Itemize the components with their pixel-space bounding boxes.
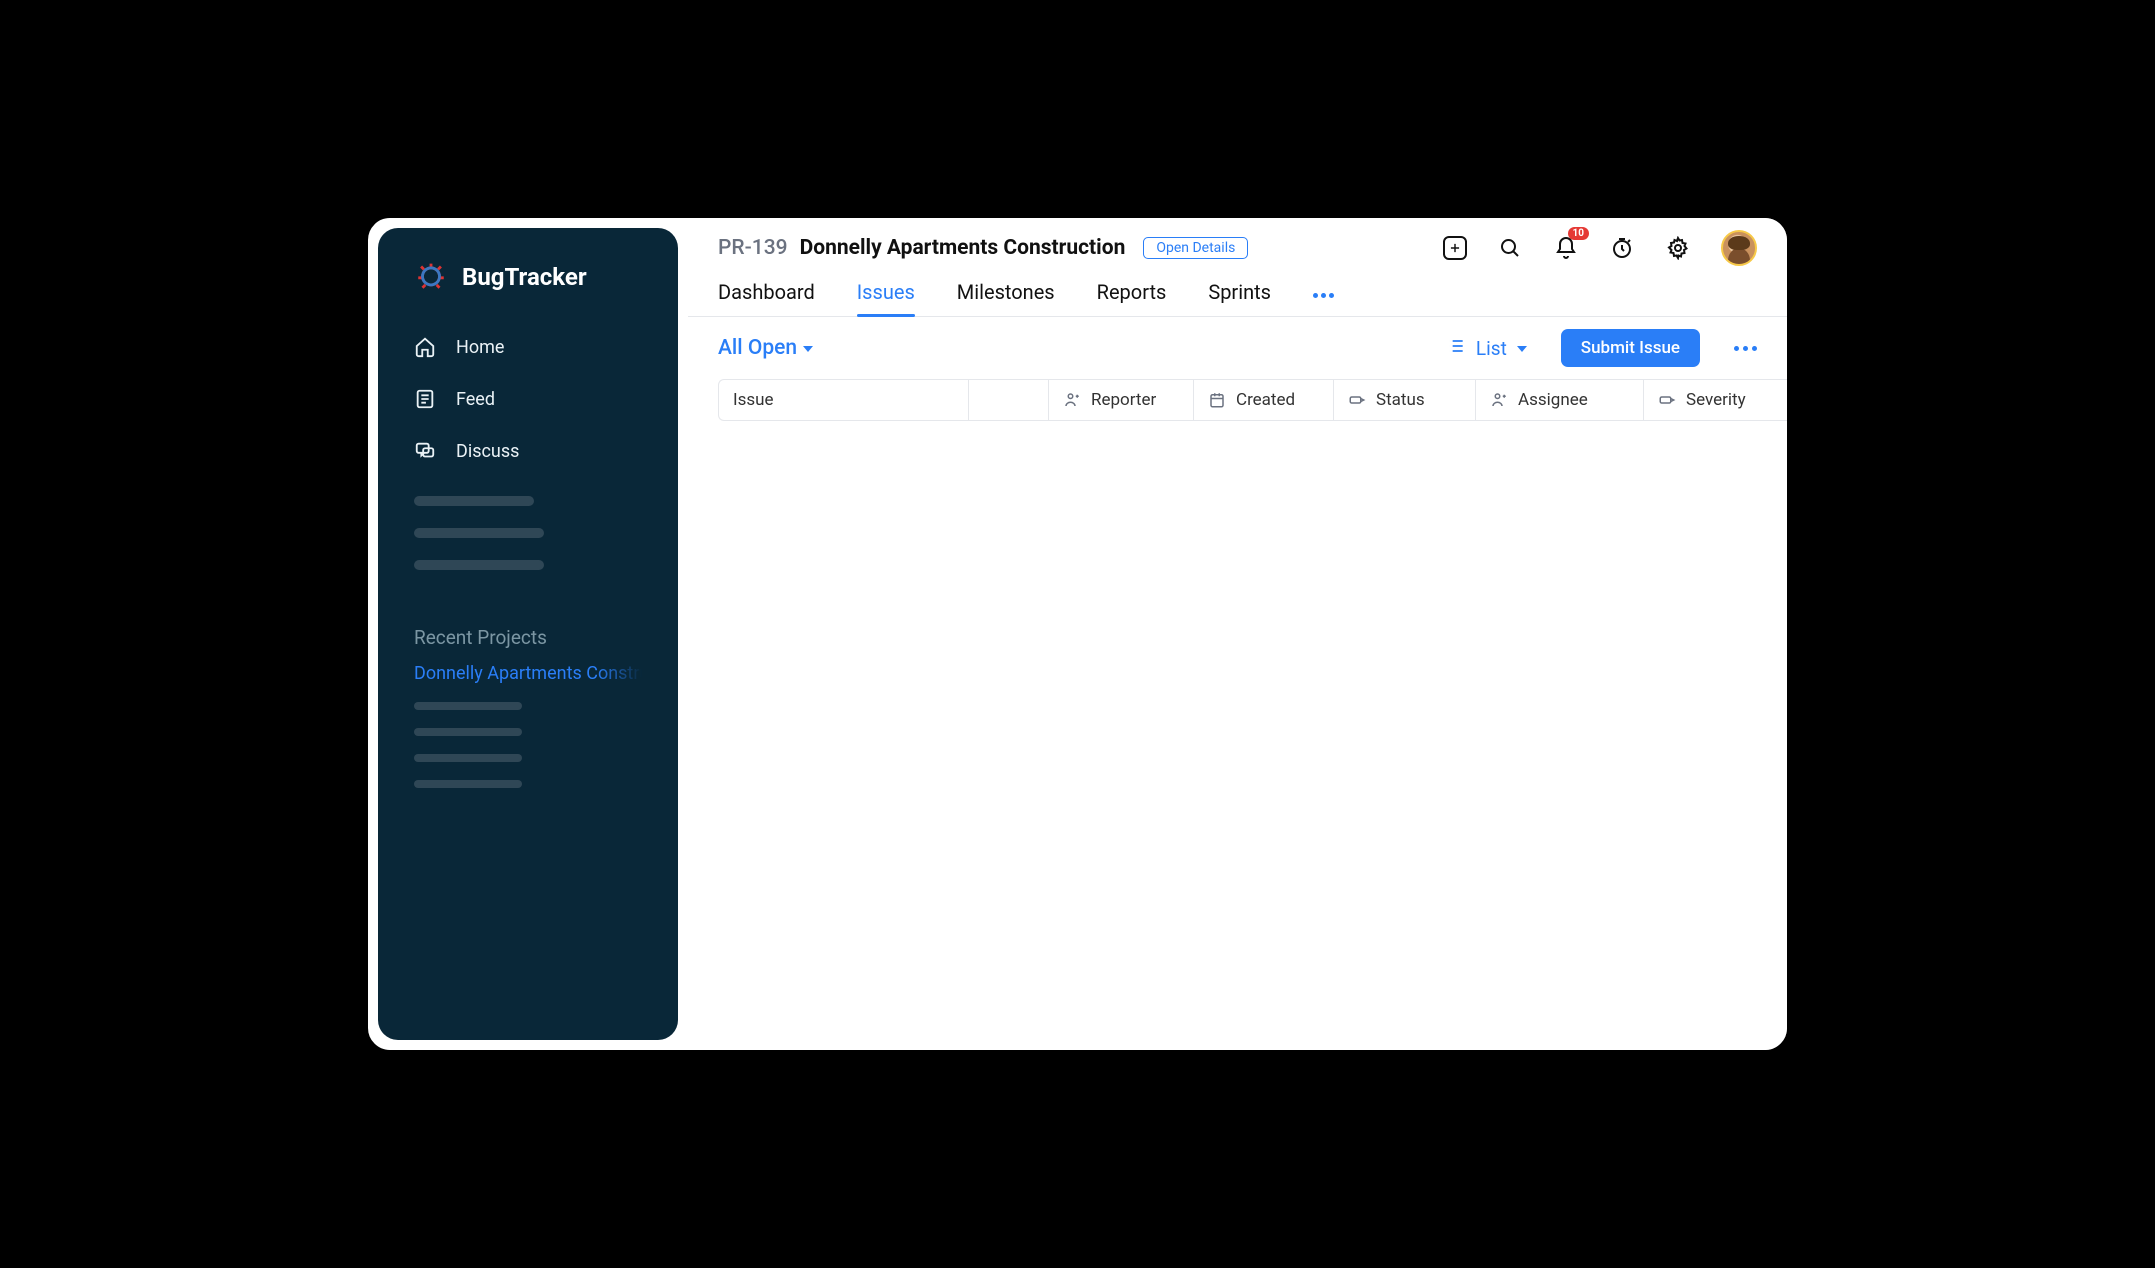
brand-name: BugTracker	[462, 263, 587, 291]
issues-table: Issue Reporter Created Status Assig	[688, 379, 1787, 421]
skeleton-line	[414, 528, 544, 538]
calendar-icon	[1208, 391, 1226, 409]
settings-button[interactable]	[1665, 235, 1691, 261]
app-window: BugTracker Home Feed Discuss	[364, 214, 1791, 1054]
sidebar-nav: Home Feed Discuss	[378, 324, 678, 474]
skeleton-line	[414, 496, 534, 506]
topbar: PR-139 Donnelly Apartments Construction …	[688, 218, 1787, 266]
column-label: Created	[1236, 390, 1295, 410]
tag-icon	[1658, 391, 1676, 409]
column-label: Status	[1376, 390, 1425, 410]
home-icon	[414, 336, 436, 358]
column-header-issue[interactable]: Issue	[719, 380, 969, 420]
sidebar-item-discuss[interactable]: Discuss	[392, 428, 664, 474]
sidebar-item-home[interactable]: Home	[392, 324, 664, 370]
sidebar-item-label: Home	[456, 337, 504, 358]
recent-project-link[interactable]: Donnelly Apartments Construction	[414, 663, 642, 684]
tab-reports[interactable]: Reports	[1097, 274, 1167, 316]
project-tabs: Dashboard Issues Milestones Reports Spri…	[688, 266, 1787, 317]
sidebar-loading-placeholder	[378, 496, 678, 570]
recent-projects-heading: Recent Projects	[378, 626, 678, 649]
person-icon	[1063, 391, 1081, 409]
dot	[1752, 346, 1757, 351]
column-header-status[interactable]: Status	[1334, 380, 1476, 420]
notification-badge: 10	[1568, 227, 1589, 240]
feed-icon	[414, 388, 436, 410]
column-label: Assignee	[1518, 390, 1588, 410]
recent-projects-list: Donnelly Apartments Construction	[378, 663, 678, 788]
column-header-created[interactable]: Created	[1194, 380, 1334, 420]
caret-down-icon	[803, 346, 813, 352]
topbar-actions: 10	[1443, 230, 1757, 266]
main-content: PR-139 Donnelly Apartments Construction …	[688, 218, 1787, 1050]
skeleton-line	[414, 780, 522, 788]
dot	[1743, 346, 1748, 351]
project-header: PR-139 Donnelly Apartments Construction …	[718, 236, 1248, 260]
tag-icon	[1348, 391, 1366, 409]
add-button[interactable]	[1443, 236, 1467, 260]
filter-dropdown[interactable]: All Open	[718, 336, 813, 360]
table-header-row: Issue Reporter Created Status Assig	[718, 379, 1787, 421]
sidebar-item-label: Feed	[456, 389, 495, 410]
column-label: Reporter	[1091, 390, 1156, 410]
tab-dashboard[interactable]: Dashboard	[718, 274, 815, 316]
caret-down-icon	[1517, 346, 1527, 352]
skeleton-line	[414, 560, 544, 570]
user-avatar[interactable]	[1721, 230, 1757, 266]
dot	[1734, 346, 1739, 351]
column-label: Severity	[1686, 390, 1746, 410]
discuss-icon	[414, 440, 436, 462]
view-label: List	[1476, 337, 1507, 360]
sidebar: BugTracker Home Feed Discuss	[378, 228, 678, 1040]
open-details-button[interactable]: Open Details	[1143, 237, 1248, 259]
submit-issue-button[interactable]: Submit Issue	[1561, 329, 1700, 367]
sidebar-item-label: Discuss	[456, 441, 519, 462]
bug-icon	[414, 258, 448, 296]
sidebar-item-feed[interactable]: Feed	[392, 376, 664, 422]
skeleton-line	[414, 728, 522, 736]
search-button[interactable]	[1497, 235, 1523, 261]
column-header-reporter[interactable]: Reporter	[1049, 380, 1194, 420]
tab-issues[interactable]: Issues	[857, 274, 915, 316]
issues-toolbar: All Open List Submit Issue	[688, 317, 1787, 379]
column-header-severity[interactable]: Severity	[1644, 380, 1787, 420]
filter-label: All Open	[718, 336, 797, 360]
toolbar-more-button[interactable]	[1734, 346, 1757, 351]
skeleton-line	[414, 702, 522, 710]
brand-logo[interactable]: BugTracker	[378, 258, 678, 324]
skeleton-line	[414, 754, 522, 762]
project-id: PR-139	[718, 236, 788, 260]
notifications-button[interactable]: 10	[1553, 235, 1579, 261]
tab-sprints[interactable]: Sprints	[1208, 274, 1271, 316]
view-dropdown[interactable]: List	[1446, 336, 1527, 361]
person-icon	[1490, 391, 1508, 409]
tab-milestones[interactable]: Milestones	[957, 274, 1055, 316]
column-label: Issue	[733, 390, 774, 410]
column-header-assignee[interactable]: Assignee	[1476, 380, 1644, 420]
column-header-blank[interactable]	[969, 380, 1049, 420]
list-icon	[1446, 336, 1466, 361]
project-name: Donnelly Apartments Construction	[800, 236, 1126, 260]
timer-button[interactable]	[1609, 235, 1635, 261]
tabs-more-button[interactable]	[1313, 293, 1334, 298]
